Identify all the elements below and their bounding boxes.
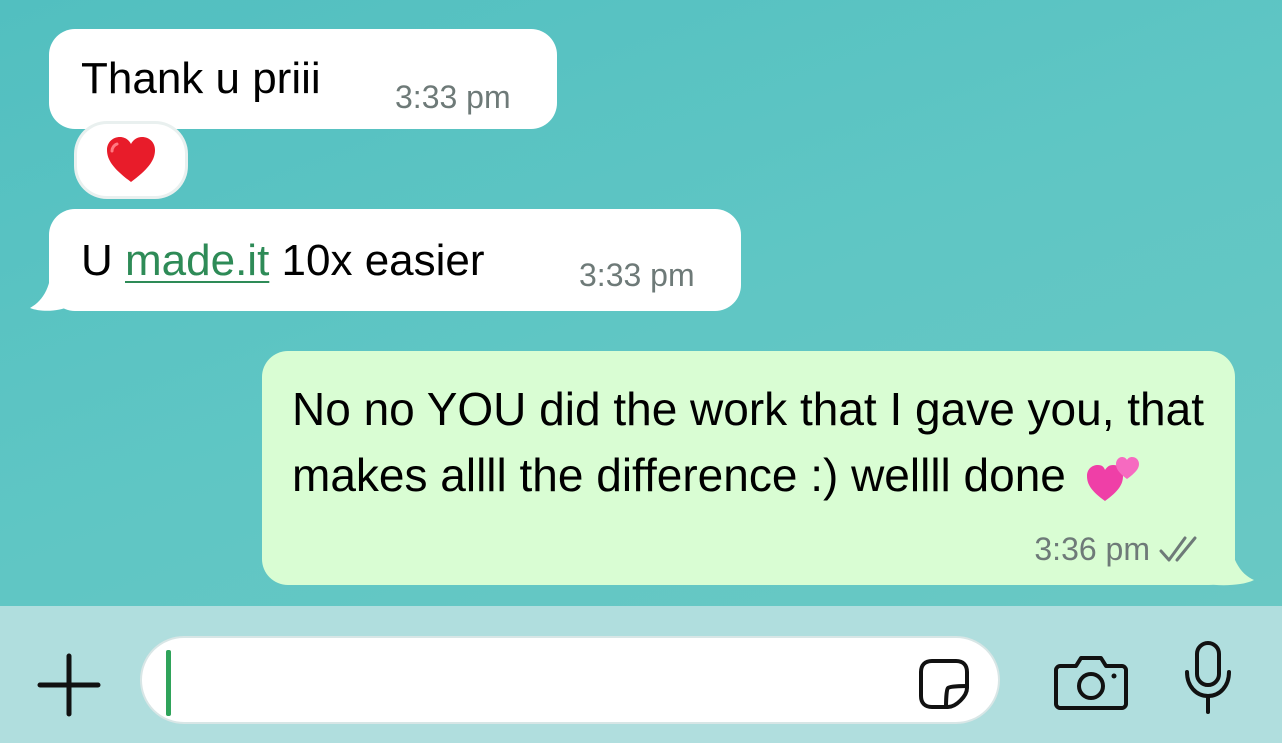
message-text: U made.it 10x easier <box>81 239 485 283</box>
message-text-part: 10x easier <box>269 236 485 285</box>
incoming-message-bubble[interactable]: Thank u priii 3:33 pm <box>49 29 557 129</box>
outgoing-message-bubble[interactable]: No no YOU did the work that I gave you, … <box>262 351 1235 585</box>
message-time: 3:33 pm <box>579 257 695 293</box>
message-text: No no YOU did the work that I gave you, … <box>292 376 1212 508</box>
message-time: 3:33 pm <box>395 79 511 115</box>
text-caret <box>166 650 171 716</box>
plus-icon[interactable] <box>36 652 102 718</box>
message-text: Thank u priii <box>81 54 321 103</box>
camera-icon[interactable] <box>1054 652 1128 710</box>
message-text-part: U <box>81 236 125 285</box>
incoming-message-bubble[interactable]: U made.it 10x easier 3:33 pm <box>49 209 741 311</box>
chat-area: Thank u priii 3:33 pm U made.it 10x easi… <box>0 0 1282 606</box>
message-input[interactable] <box>140 636 1000 724</box>
read-receipt-icon <box>1159 536 1197 562</box>
two-hearts-emoji-icon <box>1086 457 1139 501</box>
sticker-icon[interactable] <box>918 658 970 710</box>
message-text-body: No no YOU did the work that I gave you, … <box>292 383 1205 501</box>
message-link[interactable]: made.it <box>125 236 269 285</box>
message-reaction[interactable] <box>77 124 185 196</box>
heart-emoji-icon <box>107 137 155 182</box>
microphone-icon[interactable] <box>1182 640 1234 716</box>
message-time: 3:36 pm <box>1034 531 1150 567</box>
